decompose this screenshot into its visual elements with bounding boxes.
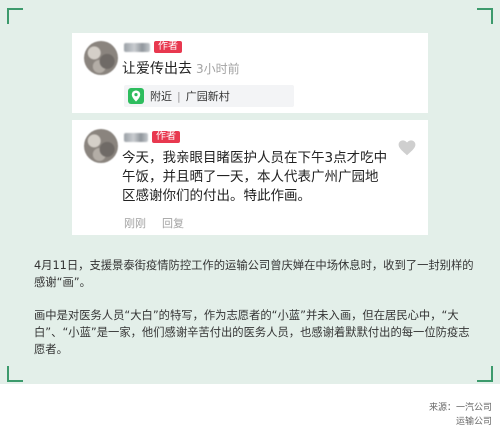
comment-text: 今天，我亲眼目睹医护人员在下午3点才吃中午饭，并且晒了一天，本人代表广州广园地区… (122, 150, 388, 204)
blurred-username[interactable] (124, 133, 148, 142)
comment-card-1: 作者 让爱传出去 3小时前 附近 | 广园新村 (72, 33, 428, 113)
comment-card-2: 作者 今天，我亲眼目睹医护人员在下午3点才吃中午饭，并且晒了一天，本人代表广州广… (72, 120, 428, 235)
article-paragraph-1: 4月11日，支援景泰街疫情防控工作的运输公司曾庆婵在中场休息时，收到了一封别样的… (34, 259, 474, 289)
content-panel: 作者 让爱传出去 3小时前 附近 | 广园新村 作者 今天，我亲眼目睹医护人员在下… (0, 0, 500, 384)
location-separator: | (177, 89, 181, 103)
location-pin-icon (128, 88, 144, 104)
author-badge: 作者 (152, 131, 180, 143)
blurred-username[interactable] (124, 43, 150, 52)
location-tag[interactable]: 附近 | 广园新村 (124, 85, 294, 107)
reply-button[interactable]: 回复 (162, 217, 184, 230)
article-paragraph-2: 画中是对医务人员“大白”的特写，作为志愿者的“小蓝”并未入画，但在居民心中，“大… (34, 309, 470, 356)
avatar[interactable] (84, 129, 118, 163)
comment-text: 让爱传出去 3小时前 (122, 58, 240, 78)
frame-corner-top-left (7, 8, 23, 24)
source-credit: 来源：一汽公司 运输公司 (429, 401, 492, 429)
comment-time: 3小时前 (196, 62, 240, 76)
source-line-2: 运输公司 (455, 417, 492, 427)
location-name: 广园新村 (185, 90, 230, 103)
comment-meta: 刚刚 回复 (124, 215, 184, 231)
heart-icon[interactable] (398, 140, 416, 160)
location-prefix: 附近 (150, 90, 172, 103)
avatar[interactable] (84, 41, 118, 75)
frame-corner-bottom-left (7, 366, 23, 382)
author-badge: 作者 (154, 41, 182, 53)
frame-corner-bottom-right (477, 366, 493, 382)
comment-text-body: 让爱传出去 (122, 61, 192, 77)
frame-corner-top-right (477, 8, 493, 24)
source-line-1: 来源：一汽公司 (428, 403, 492, 413)
comment-time: 刚刚 (124, 217, 146, 230)
